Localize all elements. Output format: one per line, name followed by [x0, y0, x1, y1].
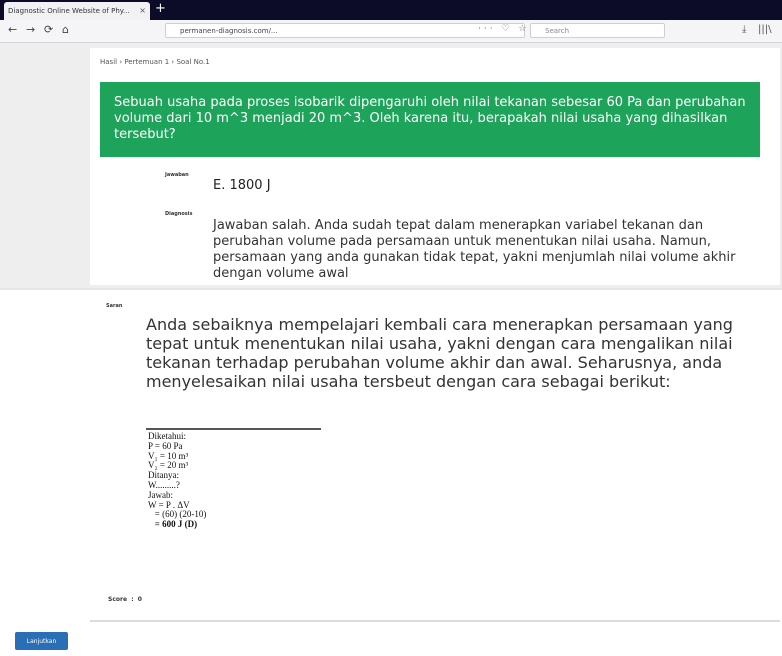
saran-label: Saran: [106, 303, 123, 309]
downloads-icon[interactable]: ⤓: [742, 24, 746, 35]
browser-tab[interactable]: Diagnostic Online Website of Phy... ×: [4, 2, 150, 20]
page-actions-icon[interactable]: ··· ♡ ☆: [478, 24, 529, 34]
url-text: permanen-diagnosis.com/...: [180, 27, 278, 35]
browser-tab-bar: Diagnostic Online Website of Phy... × +: [0, 0, 782, 20]
score-label: Score: [108, 596, 128, 603]
new-tab-icon[interactable]: +: [155, 1, 166, 17]
search-placeholder: Search: [545, 27, 570, 35]
divider: [0, 288, 782, 290]
question-box: Sebuah usaha pada proses isobarik dipeng…: [100, 82, 760, 157]
reload-icon[interactable]: ⟳: [44, 23, 53, 36]
solution-rule: [146, 428, 321, 430]
bottom-divider: [90, 620, 780, 622]
tab-title: Diagnostic Online Website of Phy...: [8, 7, 130, 15]
home-icon[interactable]: ⌂: [62, 23, 69, 36]
answer-value: E. 1800 J: [213, 178, 271, 193]
close-icon[interactable]: ×: [139, 2, 146, 20]
library-icon[interactable]: |||\: [758, 24, 771, 35]
diagnosis-label: Diagnosis: [165, 211, 193, 217]
continue-button[interactable]: Lanjutkan: [15, 632, 68, 650]
saran-text: Anda sebaiknya mempelajari kembali cara …: [146, 315, 733, 391]
score-row: Score : 0: [108, 596, 142, 603]
search-input[interactable]: Search: [530, 23, 665, 38]
back-icon[interactable]: ←: [8, 23, 17, 36]
breadcrumb[interactable]: Hasil › Pertemuan 1 › Soal No.1: [100, 58, 210, 66]
browser-toolbar: ← → ⟳ ⌂ permanen-diagnosis.com/... ··· ♡…: [0, 20, 782, 43]
url-bar[interactable]: permanen-diagnosis.com/...: [165, 23, 525, 38]
diagnosis-text: Jawaban salah. Anda sudah tepat dalam me…: [213, 218, 736, 281]
forward-icon[interactable]: →: [26, 23, 35, 36]
solution-steps: Diketahui: P = 60 Pa V₁ = 10 m³ V₂ = 20 …: [148, 431, 206, 530]
score-value: 0: [137, 596, 142, 603]
answer-label: Jawaban: [165, 172, 189, 178]
solution-result: = 600 J (D): [148, 519, 198, 530]
